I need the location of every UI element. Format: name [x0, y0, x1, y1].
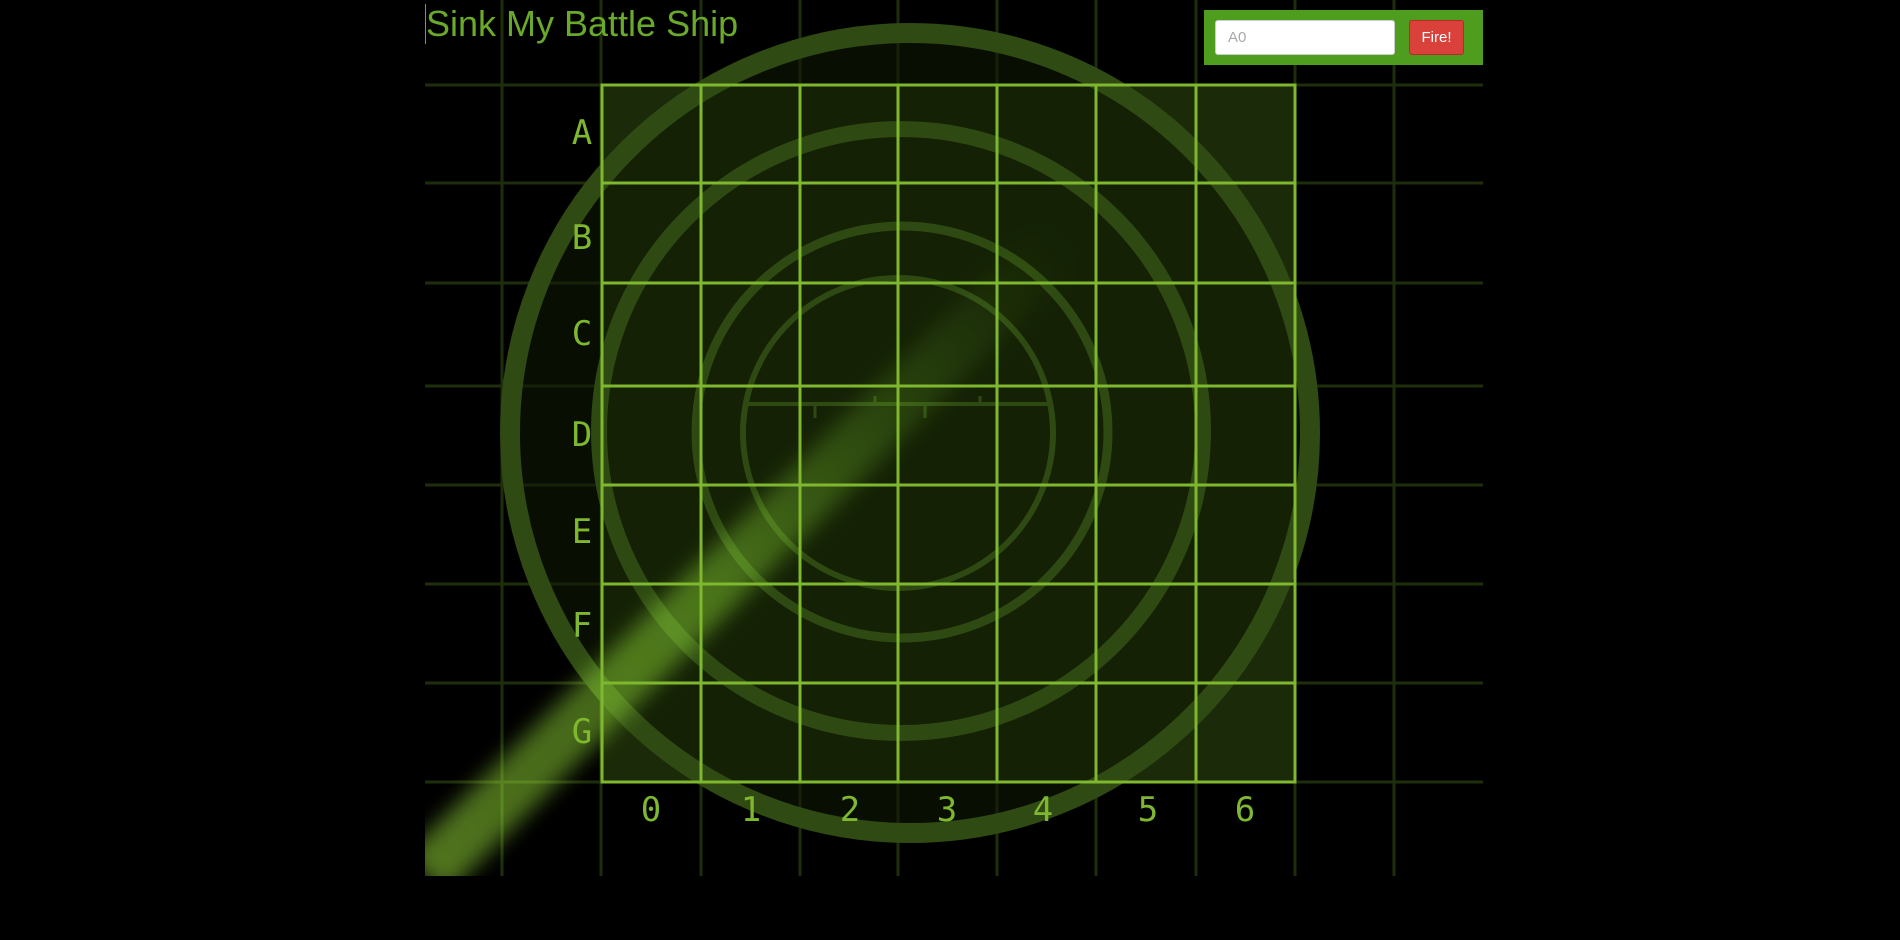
- board-cell-c2[interactable]: [800, 283, 898, 386]
- board-cell-g5[interactable]: [1096, 683, 1196, 782]
- board-cell-d3[interactable]: [898, 386, 997, 485]
- column-label-3: 3: [937, 790, 957, 830]
- board-cell-d6[interactable]: [1196, 386, 1295, 485]
- board-cell-c5[interactable]: [1096, 283, 1196, 386]
- column-label-2: 2: [840, 790, 860, 830]
- board-cell-d0[interactable]: [602, 386, 701, 485]
- board-cell-e5[interactable]: [1096, 485, 1196, 584]
- board-cell-b2[interactable]: [800, 183, 898, 283]
- board-cell-a1[interactable]: [701, 85, 800, 183]
- board-cell-c4[interactable]: [997, 283, 1096, 386]
- board-cell-e0[interactable]: [602, 485, 701, 584]
- page-title: Sink My Battle Ship: [425, 3, 739, 44]
- column-label-5: 5: [1138, 790, 1158, 830]
- row-label-d: D: [572, 415, 592, 455]
- board-cell-g6[interactable]: [1196, 683, 1295, 782]
- board-cell-f6[interactable]: [1196, 584, 1295, 683]
- fire-button[interactable]: Fire!: [1409, 20, 1464, 55]
- board-cell-e3[interactable]: [898, 485, 997, 584]
- board-cell-c3[interactable]: [898, 283, 997, 386]
- board-cell-g3[interactable]: [898, 683, 997, 782]
- guess-input[interactable]: [1215, 20, 1395, 55]
- board-cell-d5[interactable]: [1096, 386, 1196, 485]
- board-cell-a6[interactable]: [1196, 85, 1295, 183]
- row-label-b: B: [572, 218, 592, 258]
- board-cell-b0[interactable]: [602, 183, 701, 283]
- board-cell-a2[interactable]: [800, 85, 898, 183]
- board-cell-f3[interactable]: [898, 584, 997, 683]
- row-label-e: E: [572, 512, 592, 552]
- board-cell-b3[interactable]: [898, 183, 997, 283]
- board-cell-f4[interactable]: [997, 584, 1096, 683]
- board-cell-b1[interactable]: [701, 183, 800, 283]
- board-cell-g1[interactable]: [701, 683, 800, 782]
- board-cell-a5[interactable]: [1096, 85, 1196, 183]
- column-label-1: 1: [741, 790, 761, 830]
- board-cell-f1[interactable]: [701, 584, 800, 683]
- board-cell-e6[interactable]: [1196, 485, 1295, 584]
- board-cell-d4[interactable]: [997, 386, 1096, 485]
- column-label-6: 6: [1235, 790, 1255, 830]
- row-label-a: A: [572, 113, 592, 153]
- board-cell-e2[interactable]: [800, 485, 898, 584]
- board-cell-b5[interactable]: [1096, 183, 1196, 283]
- board-cell-c6[interactable]: [1196, 283, 1295, 386]
- board-cell-b6[interactable]: [1196, 183, 1295, 283]
- game-screen: A B C D E F G 0 1 2 3 4 5 6 Sink My Batt…: [425, 0, 1483, 876]
- board-cell-g0[interactable]: [602, 683, 701, 782]
- board-cell-c1[interactable]: [701, 283, 800, 386]
- board-cell-f0[interactable]: [602, 584, 701, 683]
- row-label-f: F: [572, 606, 592, 646]
- board-cell-a3[interactable]: [898, 85, 997, 183]
- column-label-4: 4: [1033, 790, 1053, 830]
- board-cell-a4[interactable]: [997, 85, 1096, 183]
- row-label-g: G: [572, 712, 592, 752]
- row-label-c: C: [572, 314, 592, 354]
- board-cell-f5[interactable]: [1096, 584, 1196, 683]
- column-label-0: 0: [641, 790, 661, 830]
- board-cell-b4[interactable]: [997, 183, 1096, 283]
- board-cell-a0[interactable]: [602, 85, 701, 183]
- board-cell-e4[interactable]: [997, 485, 1096, 584]
- board-cell-g4[interactable]: [997, 683, 1096, 782]
- board-cell-e1[interactable]: [701, 485, 800, 584]
- radar-board: A B C D E F G 0 1 2 3 4 5 6: [425, 0, 1483, 876]
- fire-form: Fire!: [1204, 10, 1483, 65]
- board-cell-f2[interactable]: [800, 584, 898, 683]
- board-cell-d2[interactable]: [800, 386, 898, 485]
- board-cell-g2[interactable]: [800, 683, 898, 782]
- board-cell-d1[interactable]: [701, 386, 800, 485]
- board-cell-c0[interactable]: [602, 283, 701, 386]
